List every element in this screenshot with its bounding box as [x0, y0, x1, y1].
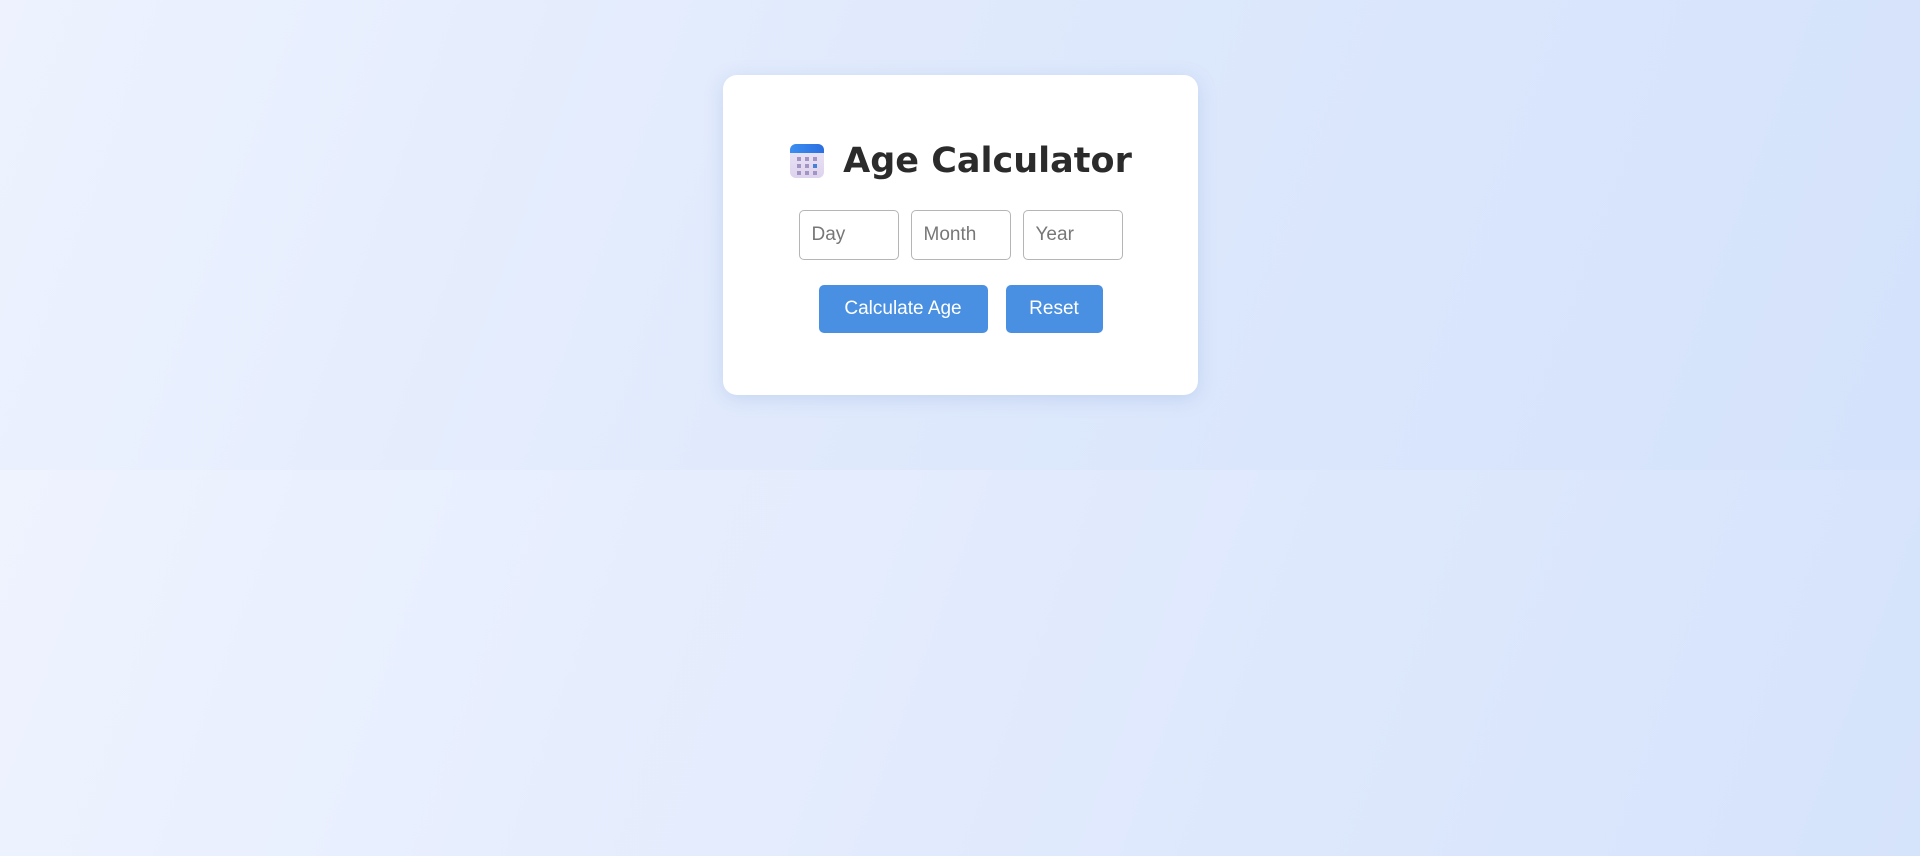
day-input[interactable] [798, 210, 899, 260]
calculate-age-button[interactable]: Calculate Age [818, 285, 988, 333]
page-background-bottom [0, 470, 1920, 856]
page-title: Age Calculator [843, 141, 1132, 181]
year-input[interactable] [1022, 210, 1123, 260]
date-inputs [723, 210, 1198, 260]
calendar-icon [789, 143, 825, 179]
title-row: Age Calculator [723, 139, 1198, 183]
age-calculator-card: Age Calculator Calculate Age Reset [723, 75, 1198, 395]
action-buttons: Calculate Age Reset [723, 285, 1198, 333]
reset-button[interactable]: Reset [1005, 285, 1103, 333]
month-input[interactable] [910, 210, 1011, 260]
